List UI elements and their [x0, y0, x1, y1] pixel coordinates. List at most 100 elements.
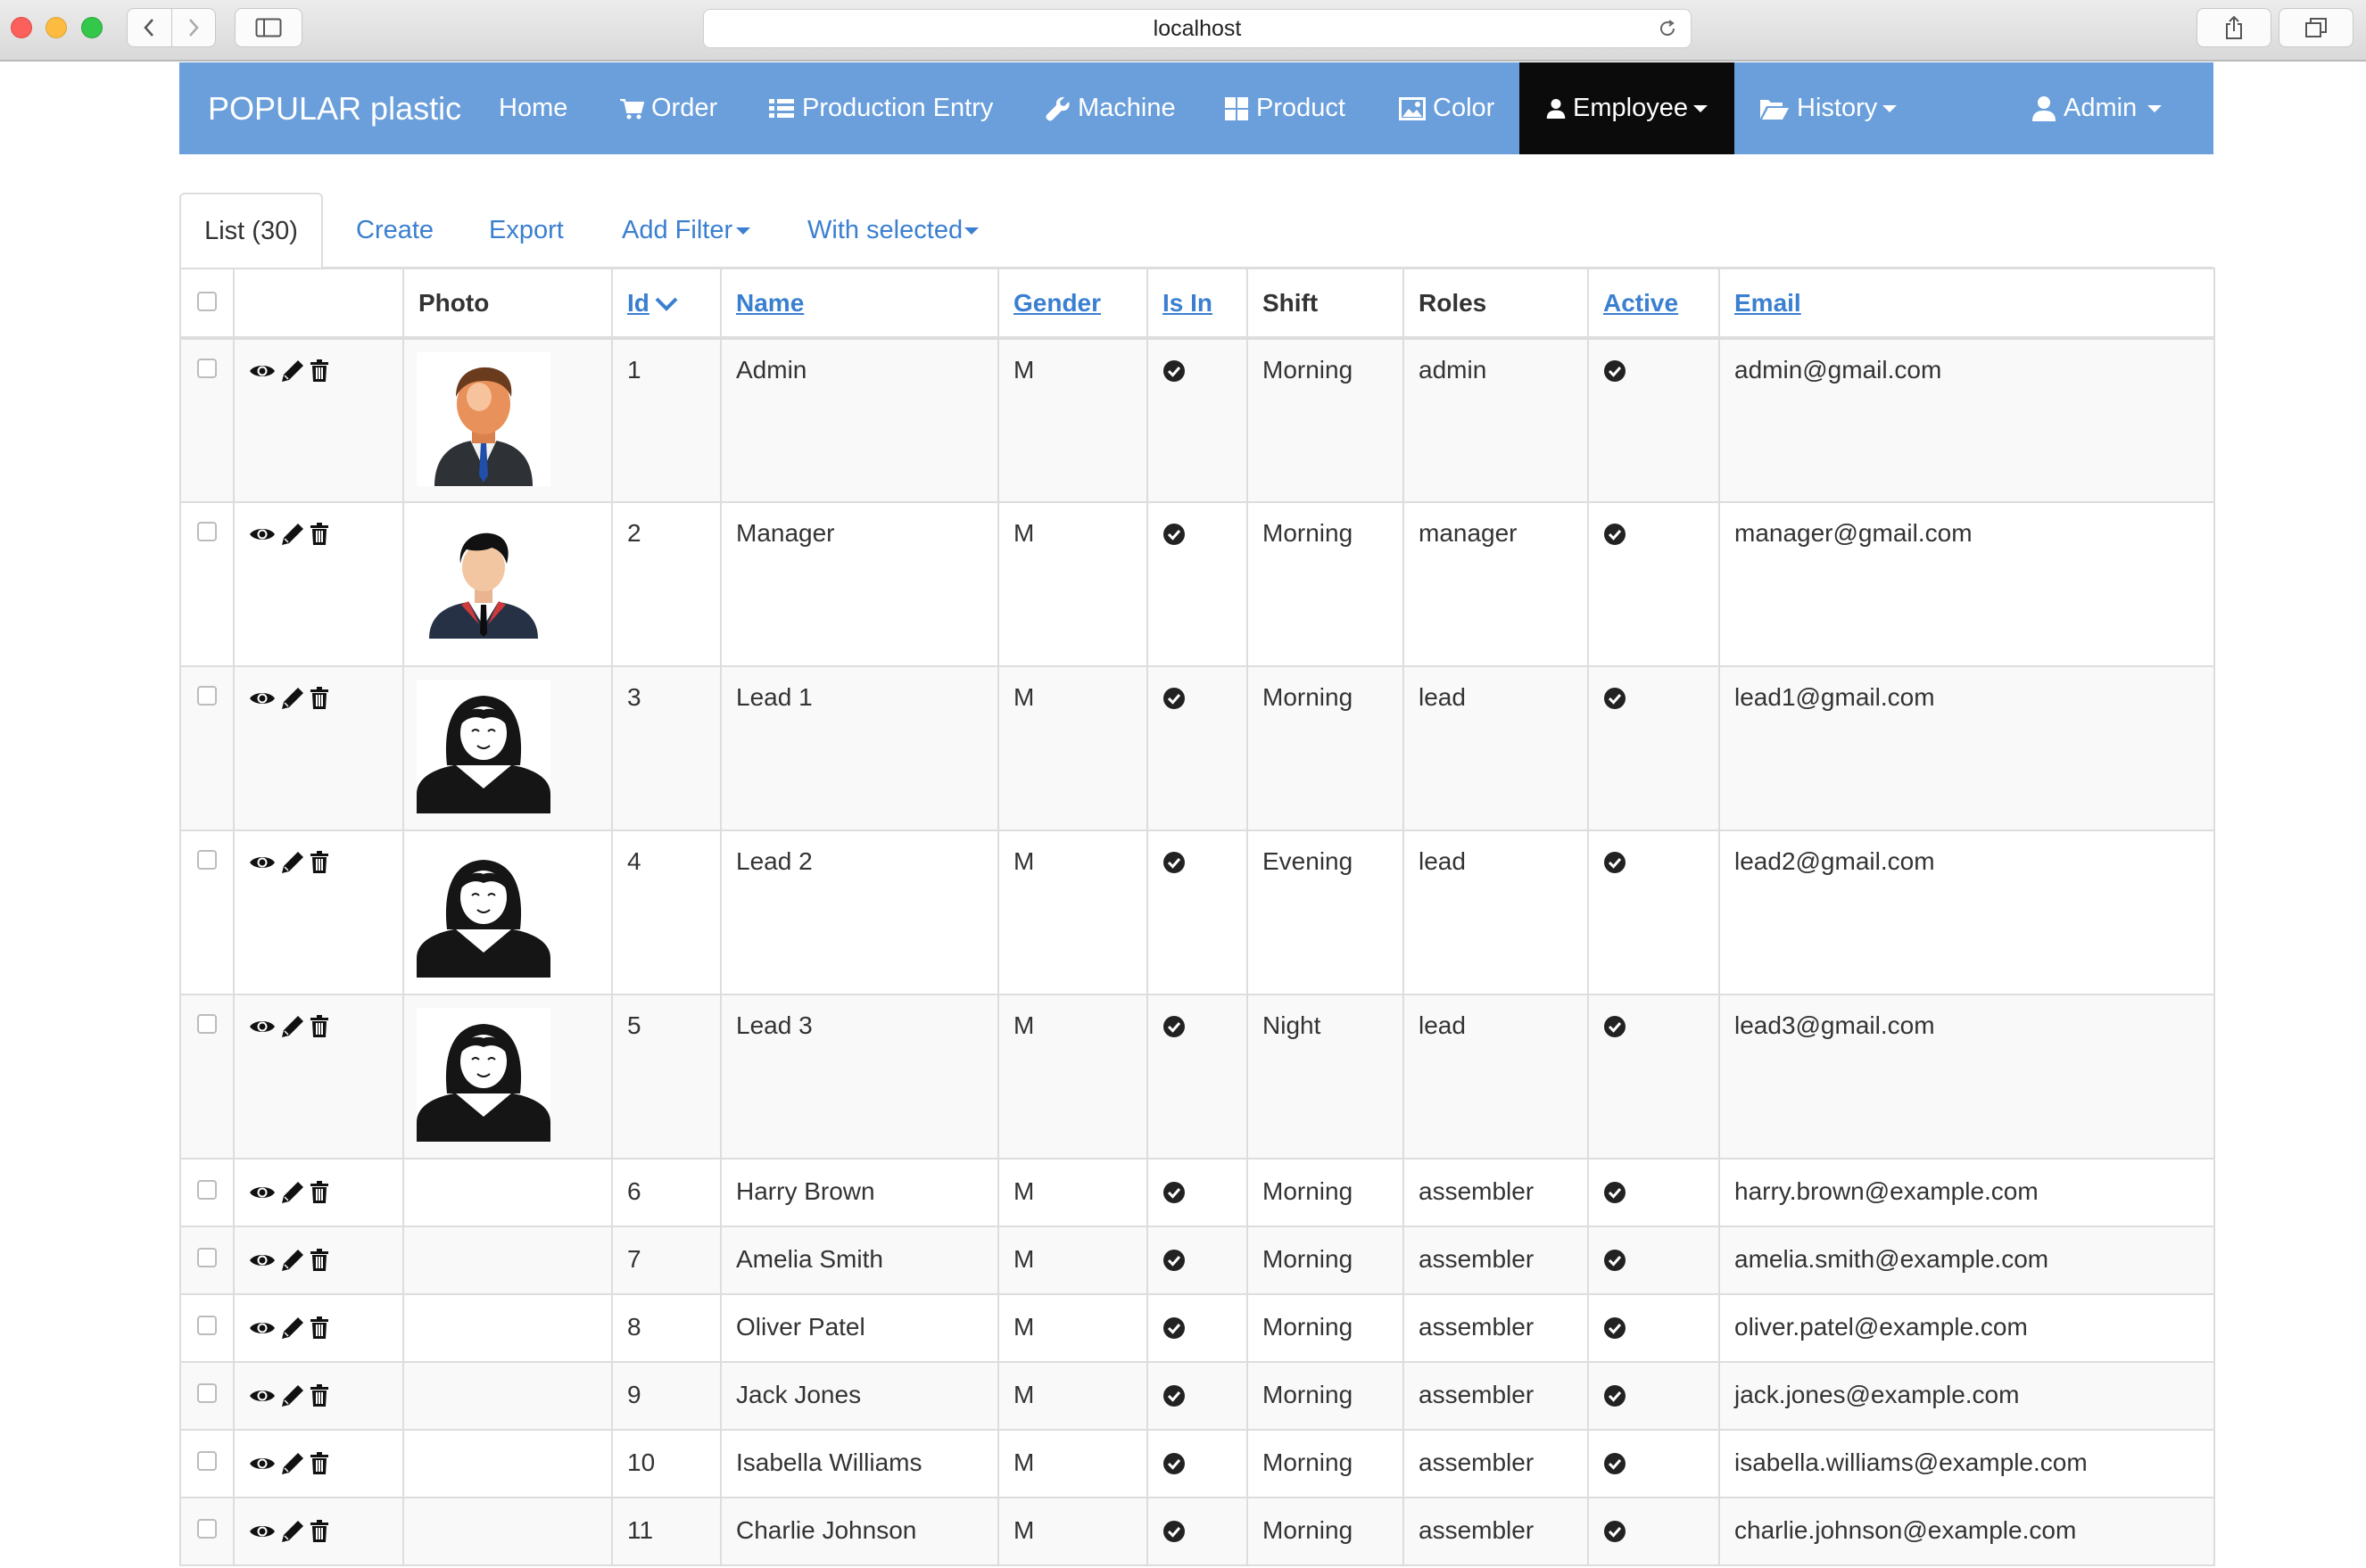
view-eye-icon[interactable]: [249, 853, 276, 872]
email-cell: lead2@gmail.com: [1718, 829, 2215, 995]
view-eye-icon[interactable]: [249, 689, 276, 708]
row-actions: [233, 1429, 404, 1498]
nav-employee[interactable]: Employee: [1519, 62, 1734, 154]
photo-cell: [402, 1497, 613, 1566]
zoom-window-button[interactable]: [81, 17, 103, 38]
view-eye-icon[interactable]: [249, 1183, 276, 1202]
view-eye-icon[interactable]: [249, 1386, 276, 1406]
row-checkbox[interactable]: [197, 1248, 217, 1267]
table-row: 4 Lead 2 M Evening lead lead2@gmail.com: [179, 829, 2215, 995]
delete-trash-icon[interactable]: [310, 1181, 329, 1204]
nav-product[interactable]: Product: [1224, 62, 1345, 154]
nav-admin-user-menu[interactable]: Admin: [2031, 62, 2163, 154]
sort-by-gender-link[interactable]: Gender: [1013, 289, 1101, 317]
delete-trash-icon[interactable]: [310, 1520, 329, 1543]
edit-pencil-icon[interactable]: [281, 851, 304, 874]
row-checkbox[interactable]: [197, 686, 217, 706]
forward-button[interactable]: [170, 8, 215, 47]
nav-machine[interactable]: Machine: [1046, 62, 1176, 154]
edit-pencil-icon[interactable]: [281, 1249, 304, 1272]
row-checkbox[interactable]: [197, 359, 217, 378]
delete-trash-icon[interactable]: [310, 523, 329, 546]
nav-order[interactable]: Order: [619, 62, 717, 154]
share-icon: [2226, 15, 2242, 39]
delete-trash-icon[interactable]: [310, 359, 329, 383]
nav-color[interactable]: Color: [1399, 62, 1494, 154]
row-checkbox[interactable]: [197, 1316, 217, 1335]
edit-pencil-icon[interactable]: [281, 359, 304, 383]
row-checkbox[interactable]: [197, 522, 217, 541]
tab-with-selected[interactable]: With selected: [807, 193, 980, 268]
active-header[interactable]: Active: [1587, 268, 1720, 340]
delete-trash-icon[interactable]: [310, 1015, 329, 1038]
folder-open-icon: [1760, 99, 1789, 120]
row-checkbox[interactable]: [197, 1519, 217, 1539]
edit-pencil-icon[interactable]: [281, 1316, 304, 1340]
email-cell: lead3@gmail.com: [1718, 994, 2215, 1159]
edit-pencil-icon[interactable]: [281, 523, 304, 546]
view-eye-icon[interactable]: [249, 1318, 276, 1338]
row-checkbox[interactable]: [197, 1383, 217, 1403]
view-eye-icon[interactable]: [249, 1454, 276, 1473]
tab-create[interactable]: Create: [356, 193, 434, 268]
tab-export[interactable]: Export: [489, 193, 564, 268]
row-checkbox[interactable]: [197, 1451, 217, 1471]
nav-machine-label: Machine: [1078, 94, 1176, 122]
gender-cell: M: [997, 1429, 1148, 1498]
row-checkbox[interactable]: [197, 1180, 217, 1200]
name-header[interactable]: Name: [720, 268, 999, 340]
sort-by-active-link[interactable]: Active: [1603, 289, 1678, 317]
edit-pencil-icon[interactable]: [281, 1015, 304, 1038]
edit-pencil-icon[interactable]: [281, 1520, 304, 1543]
check-circle-icon: [1604, 1250, 1626, 1271]
tab-list[interactable]: List (30): [179, 193, 323, 270]
edit-pencil-icon[interactable]: [281, 1452, 304, 1475]
delete-trash-icon[interactable]: [310, 1384, 329, 1407]
sidebar-toggle-button[interactable]: [235, 8, 302, 47]
email-cell: harry.brown@example.com: [1718, 1158, 2215, 1227]
view-eye-icon[interactable]: [249, 361, 276, 381]
nav-history[interactable]: History: [1759, 62, 1898, 154]
reload-icon[interactable]: [1657, 18, 1678, 39]
view-eye-icon[interactable]: [249, 1522, 276, 1541]
email-cell: lead1@gmail.com: [1718, 665, 2215, 831]
active-cell: [1587, 1361, 1720, 1431]
id-header[interactable]: Id: [611, 268, 722, 340]
delete-trash-icon[interactable]: [310, 1249, 329, 1272]
sort-by-name-link[interactable]: Name: [736, 289, 804, 317]
edit-pencil-icon[interactable]: [281, 687, 304, 710]
row-checkbox[interactable]: [197, 850, 217, 870]
back-button[interactable]: [128, 8, 171, 47]
edit-pencil-icon[interactable]: [281, 1181, 304, 1204]
delete-trash-icon[interactable]: [310, 1316, 329, 1340]
brand-link[interactable]: POPULAR plastic: [208, 62, 461, 154]
minimize-window-button[interactable]: [46, 17, 67, 38]
show-tabs-button[interactable]: [2279, 8, 2354, 47]
view-eye-icon[interactable]: [249, 524, 276, 544]
tab-add-filter[interactable]: Add Filter: [622, 193, 751, 268]
dropdown-caret-icon: [1693, 104, 1708, 112]
email-header[interactable]: Email: [1718, 268, 2215, 340]
delete-trash-icon[interactable]: [310, 687, 329, 710]
address-bar[interactable]: localhost: [703, 9, 1692, 48]
sort-by-email-link[interactable]: Email: [1734, 289, 1801, 317]
is-in-header[interactable]: Is In: [1146, 268, 1248, 340]
gender-header[interactable]: Gender: [997, 268, 1148, 340]
email-cell: amelia.smith@example.com: [1718, 1226, 2215, 1295]
edit-pencil-icon[interactable]: [281, 1384, 304, 1407]
share-button[interactable]: [2196, 8, 2271, 47]
row-actions: [233, 994, 404, 1159]
delete-trash-icon[interactable]: [310, 851, 329, 874]
delete-trash-icon[interactable]: [310, 1452, 329, 1475]
sort-by-is-in-link[interactable]: Is In: [1162, 289, 1212, 317]
roles-header: Roles: [1402, 268, 1589, 340]
row-checkbox[interactable]: [197, 1014, 217, 1034]
nav-production-entry[interactable]: Production Entry: [768, 62, 993, 154]
select-all-checkbox[interactable]: [197, 291, 217, 311]
nav-home[interactable]: Home: [499, 62, 567, 154]
view-eye-icon[interactable]: [249, 1250, 276, 1270]
sort-by-id-link[interactable]: Id: [627, 289, 649, 317]
roles-cell: assembler: [1402, 1226, 1589, 1295]
close-window-button[interactable]: [11, 17, 32, 38]
view-eye-icon[interactable]: [249, 1017, 276, 1036]
